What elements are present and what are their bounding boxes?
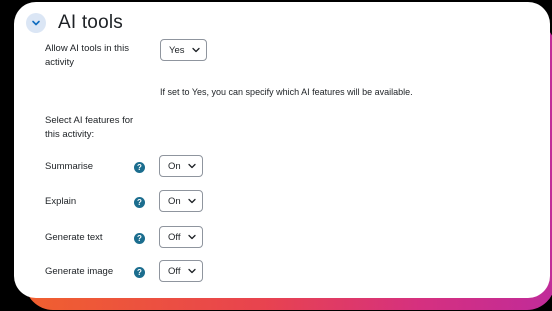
help-icon[interactable]: ? xyxy=(134,197,145,208)
chevron-down-icon xyxy=(187,268,196,274)
feature-label: Generate text xyxy=(45,232,103,243)
help-icon[interactable]: ? xyxy=(134,267,145,278)
feature-label: Summarise xyxy=(45,161,94,172)
ai-tools-card: AI tools Allow AI tools in this activity… xyxy=(14,2,550,298)
allow-ai-label-line1: Allow AI tools in this xyxy=(45,43,129,54)
chevron-down-icon xyxy=(188,198,196,204)
allow-ai-help-text: If set to Yes, you can specify which AI … xyxy=(160,87,413,97)
features-heading-line2: this activity: xyxy=(45,129,95,140)
chevron-down-icon xyxy=(188,163,196,169)
allow-ai-select-value: Yes xyxy=(169,44,185,56)
allow-ai-select[interactable]: Yes xyxy=(160,39,207,61)
section-header[interactable]: AI tools xyxy=(26,10,123,36)
summarise-select[interactable]: On xyxy=(159,155,203,177)
allow-ai-label: Allow AI tools in this activity xyxy=(45,42,129,70)
feature-label: Generate image xyxy=(45,266,114,277)
help-icon[interactable]: ? xyxy=(134,233,145,244)
generate-text-select[interactable]: Off xyxy=(159,226,203,248)
features-heading-line1: Select AI features for xyxy=(45,115,134,126)
generate-text-select-value: Off xyxy=(168,231,181,243)
section-title: AI tools xyxy=(58,12,123,33)
screenshot-stage: AI tools Allow AI tools in this activity… xyxy=(0,0,552,311)
chevron-down-icon xyxy=(191,47,200,53)
feature-label: Explain xyxy=(45,196,77,207)
features-heading: Select AI features for this activity: xyxy=(45,114,133,142)
chevron-down-icon xyxy=(187,234,196,240)
explain-select-value: On xyxy=(168,195,181,207)
explain-select[interactable]: On xyxy=(159,190,203,212)
allow-ai-label-line2: activity xyxy=(45,57,75,68)
generate-image-select[interactable]: Off xyxy=(159,260,203,282)
summarise-select-value: On xyxy=(168,160,181,172)
help-icon[interactable]: ? xyxy=(134,162,145,173)
generate-image-select-value: Off xyxy=(168,265,181,277)
chevron-down-icon[interactable] xyxy=(26,13,46,33)
